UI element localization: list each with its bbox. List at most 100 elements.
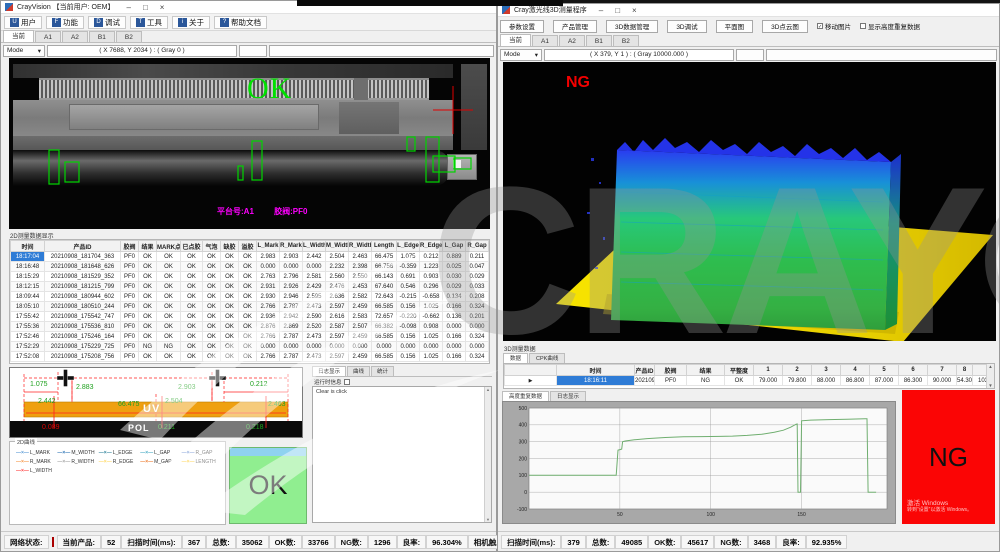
- log-tab-current[interactable]: 日志显示: [312, 366, 346, 376]
- runtime-info-checkbox[interactable]: [344, 379, 350, 385]
- table-cell: PF0: [121, 342, 139, 352]
- 3d-height-map-viewport[interactable]: NG: [503, 62, 996, 341]
- move-image-checkbox[interactable]: [817, 23, 823, 29]
- param-settings-button[interactable]: 参数设置: [500, 20, 544, 33]
- legend-marker: —×—: [99, 450, 112, 456]
- result-indicator: NG 激活 Windows 转到“设置”以激活 Windows。: [902, 390, 995, 524]
- table-cell: 18:17:04: [11, 252, 45, 262]
- tab-b1[interactable]: B1: [89, 31, 115, 42]
- table-cell: 20210908_180944_602: [45, 292, 121, 302]
- log-output[interactable]: Clear is click ▲▼: [312, 386, 492, 523]
- log-tab-曲线[interactable]: 曲线: [347, 366, 370, 376]
- status-value: 3468: [748, 535, 777, 549]
- app-icon: [5, 3, 13, 11]
- table-cell: OK: [239, 292, 257, 302]
- legend-label: L_WIDTH: [30, 468, 52, 474]
- status-label: 良率:: [776, 535, 806, 549]
- chart-tab-日志显示[interactable]: 日志显示: [550, 391, 586, 401]
- table-row[interactable]: 17:52:2920210908_175229_725PF0NGNGOKOKOK…: [11, 342, 489, 352]
- maximize-button[interactable]: □: [615, 4, 620, 17]
- tab-a1[interactable]: A1: [35, 31, 61, 42]
- table-cell: 1.223: [420, 262, 443, 272]
- table-cell: 2.463: [349, 252, 372, 262]
- table-cell: 0.000: [303, 342, 326, 352]
- table-cell: 18:16:48: [11, 262, 45, 272]
- table-row[interactable]: 17:55:3620210908_175536_810PF0OKOKOKOKOK…: [11, 322, 489, 332]
- mode-dropdown[interactable]: Mode ▾: [500, 49, 542, 61]
- legend-label: M_WIDTH: [71, 450, 94, 456]
- table-cell: OK: [203, 332, 221, 342]
- menu-help-doc[interactable]: ?帮助文档: [214, 16, 267, 29]
- table-cell: 2.787: [280, 332, 303, 342]
- chart-tab-current[interactable]: 高度重复数据: [502, 391, 549, 401]
- data-tab-cpk曲线[interactable]: CPK曲线: [529, 353, 565, 363]
- tab-b1[interactable]: B1: [586, 35, 612, 46]
- table-cell: PF0: [121, 322, 139, 332]
- table-cell: 66.475: [372, 252, 397, 262]
- table-cell: OK: [181, 322, 203, 332]
- tab-a2[interactable]: A2: [559, 35, 585, 46]
- table-row[interactable]: 18:12:1520210908_181215_799PF0OKOKOKOKOK…: [11, 282, 489, 292]
- mode-label: Mode: [7, 47, 23, 54]
- table-cell: OK: [139, 282, 157, 292]
- 2d-image-viewport[interactable]: OK 平台号:A1 胶阀:PF0: [9, 58, 490, 229]
- column-header: 产品ID: [45, 241, 121, 252]
- legend-label: L_MARK: [30, 450, 50, 456]
- runtime-info-label: 运行时信息: [314, 378, 342, 386]
- scrollbar[interactable]: ▲▼: [484, 387, 491, 522]
- table-cell: 2.787: [280, 352, 303, 362]
- table-row[interactable]: 18:17:0420210908_181704_363PF0OKOKOKOKOK…: [11, 252, 489, 262]
- menu-label: 调试: [105, 17, 120, 28]
- log-tab-统计[interactable]: 统计: [371, 366, 394, 376]
- menu-about[interactable]: i关于: [172, 16, 210, 29]
- pol-label: POL: [128, 423, 150, 433]
- table-cell: OK: [157, 282, 181, 292]
- 3d-debug-button[interactable]: 3D调试: [667, 20, 706, 33]
- legend-item: —×—L_MARK: [16, 450, 57, 456]
- product-mgmt-button[interactable]: 产品管理: [553, 20, 597, 33]
- data-tab-current[interactable]: 数据: [503, 353, 528, 363]
- mode-dropdown[interactable]: Mode ▾: [3, 45, 45, 57]
- tab-b2[interactable]: B2: [116, 31, 142, 42]
- table-cell: 2.787: [280, 302, 303, 312]
- tab-a1[interactable]: A1: [532, 35, 558, 46]
- menu-function[interactable]: F功能: [46, 16, 84, 29]
- table-row[interactable]: 18:05:1020210908_180510_244PF0OKOKOKOKOK…: [11, 302, 489, 312]
- maximize-button[interactable]: □: [143, 1, 148, 14]
- close-button[interactable]: ×: [160, 1, 165, 14]
- minimize-button[interactable]: –: [127, 1, 131, 14]
- menu-bar: U用户 F功能 D调试 T工具 i关于 ?帮助文档: [1, 14, 496, 31]
- table-row[interactable]: ▶18:16:1120210908_181611_348PF0NGOK79.00…: [505, 376, 994, 386]
- scrollbar[interactable]: ▲▼: [986, 364, 994, 388]
- show-height-repeat-checkbox[interactable]: [860, 23, 866, 29]
- tab-a2[interactable]: A2: [62, 31, 88, 42]
- tab-b2[interactable]: B2: [613, 35, 639, 46]
- tab-current[interactable]: 当前: [500, 34, 531, 46]
- table-row[interactable]: 18:16:4820210908_181648_626PF0OKOKOKOKOK…: [11, 262, 489, 272]
- table-cell: OK: [239, 342, 257, 352]
- table-cell: OK: [181, 352, 203, 362]
- 3d-data-mgmt-button[interactable]: 3D数据管理: [606, 20, 658, 33]
- table-cell: OK: [221, 342, 239, 352]
- table-row[interactable]: 17:55:4220210908_175542_747PF0OKOKOKOKOK…: [11, 312, 489, 322]
- table-row[interactable]: 17:52:0820210908_175208_756PF0OKOKOKOKOK…: [11, 352, 489, 362]
- 3d-pointcloud-button[interactable]: 3D点云图: [762, 20, 808, 33]
- table-row[interactable]: 17:52:4620210908_175246_164PF0OKOKOKOKOK…: [11, 332, 489, 342]
- menu-user[interactable]: U用户: [4, 16, 42, 29]
- close-button[interactable]: ×: [632, 4, 637, 17]
- menu-tools[interactable]: T工具: [130, 16, 168, 29]
- plan-view-button[interactable]: 平面图: [716, 20, 754, 33]
- table-cell: 20210908_181215_799: [45, 282, 121, 292]
- table-cell: 0.000: [443, 322, 466, 332]
- minimize-button[interactable]: –: [599, 4, 603, 17]
- dim-l-height: 2.883: [76, 384, 94, 391]
- menu-label: 关于: [189, 17, 204, 28]
- table-cell: OK: [239, 252, 257, 262]
- table-row[interactable]: 18:09:4420210908_180944_602PF0OKOKOKOKOK…: [11, 292, 489, 302]
- checkbox-row: 显示高度重复数据: [860, 21, 920, 31]
- table-cell: 2.930: [257, 292, 280, 302]
- table-row[interactable]: 18:15:2920210908_181529_352PF0OKOKOKOKOK…: [11, 272, 489, 282]
- tab-current[interactable]: 当前: [3, 30, 34, 42]
- table-cell: 0.889: [443, 252, 466, 262]
- menu-debug[interactable]: D调试: [88, 16, 126, 29]
